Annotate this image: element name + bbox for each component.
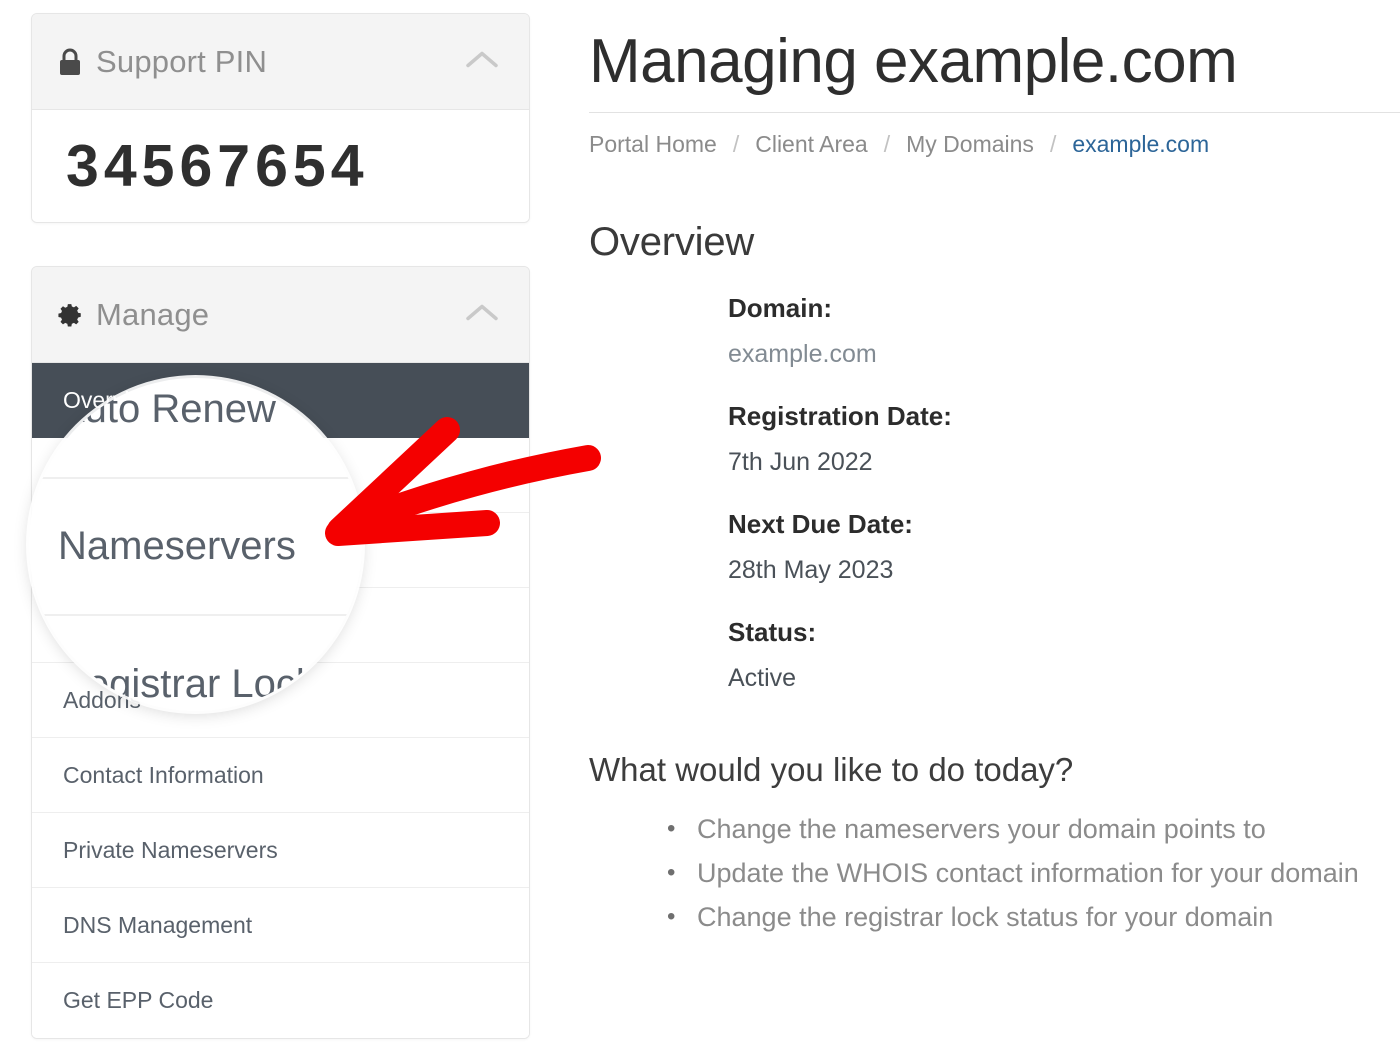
magnified-item-label: Nameservers (58, 524, 296, 568)
magnified-item-registrar-lock: Registrar Lock (29, 616, 362, 711)
overview-definition-list: Domain: example.com Registration Date: 7… (589, 293, 1400, 693)
sidebar-item-dns-management[interactable]: DNS Management (32, 888, 529, 963)
breadcrumb-item-portal-home[interactable]: Portal Home (589, 131, 717, 158)
overview-label-domain: Domain: (728, 293, 832, 323)
magnified-item-label: Registrar Lock (58, 662, 316, 706)
manage-panel-header[interactable]: Manage (32, 267, 529, 363)
sidebar-item-private-nameservers[interactable]: Private Nameservers (32, 813, 529, 888)
page-title: Managing example.com (589, 27, 1238, 96)
overview-label-registration-date: Registration Date: (728, 401, 952, 431)
overview-value-domain: example.com (728, 340, 877, 368)
magnifier-loupe: Auto Renew Nameservers Registrar Lock (29, 378, 362, 711)
title-divider (589, 112, 1400, 113)
sidebar-item-label: Get EPP Code (63, 987, 214, 1013)
support-pin-body: 34567654 (32, 110, 529, 222)
overview-label-next-due-date: Next Due Date: (728, 509, 913, 539)
list-item[interactable]: Change the registrar lock status for you… (667, 895, 1400, 939)
list-item[interactable]: Change the nameservers your domain point… (667, 807, 1400, 851)
support-pin-panel: Support PIN 34567654 (31, 13, 530, 223)
sidebar-item-contact-information[interactable]: Contact Information (32, 738, 529, 813)
breadcrumb-separator: / (883, 131, 891, 157)
manage-panel-title: Manage (96, 296, 210, 332)
magnified-item-auto-renew: Auto Renew (29, 378, 362, 479)
magnified-item-label: Auto Renew (58, 387, 276, 431)
breadcrumb-item-client-area[interactable]: Client Area (755, 131, 868, 158)
status-badge: Active (728, 664, 797, 692)
overview-label-status: Status: (728, 617, 817, 647)
support-pin-title: Support PIN (96, 43, 268, 79)
breadcrumb-separator: / (732, 131, 740, 157)
breadcrumb: Portal Home / Client Area / My Domains /… (589, 131, 1400, 158)
page-root: Support PIN 34567654 Manage Addons Conta… (0, 0, 1400, 1050)
todo-heading: What would you like to do today? (589, 751, 1074, 788)
todo-list: Change the nameservers your domain point… (589, 807, 1400, 939)
magnified-item-nameservers: Nameservers (29, 479, 362, 616)
magnifier-content: Auto Renew Nameservers Registrar Lock (29, 378, 362, 711)
sidebar-item-label: Contact Information (63, 761, 264, 788)
main-content: Managing example.com Portal Home / Clien… (589, 0, 1400, 1050)
sidebar-item-label: DNS Management (63, 911, 253, 938)
chevron-up-icon[interactable] (465, 301, 499, 328)
overview-value-registration-date: 7th Jun 2022 (728, 448, 873, 476)
support-pin-value: 34567654 (66, 133, 369, 199)
sidebar-item-label: Private Nameservers (63, 836, 278, 863)
support-pin-panel-header[interactable]: Support PIN (32, 14, 529, 110)
breadcrumb-separator: / (1049, 131, 1057, 157)
lock-icon (58, 48, 88, 76)
gear-icon (58, 302, 88, 328)
sidebar-item-get-epp-code[interactable]: Get EPP Code (32, 963, 529, 1038)
list-item[interactable]: Update the WHOIS contact information for… (667, 851, 1400, 895)
breadcrumb-item-example-com[interactable]: example.com (1072, 131, 1209, 158)
overview-value-next-due-date: 28th May 2023 (728, 556, 894, 584)
overview-heading: Overview (589, 220, 755, 264)
chevron-up-icon[interactable] (465, 48, 499, 75)
breadcrumb-item-my-domains[interactable]: My Domains (906, 131, 1034, 158)
